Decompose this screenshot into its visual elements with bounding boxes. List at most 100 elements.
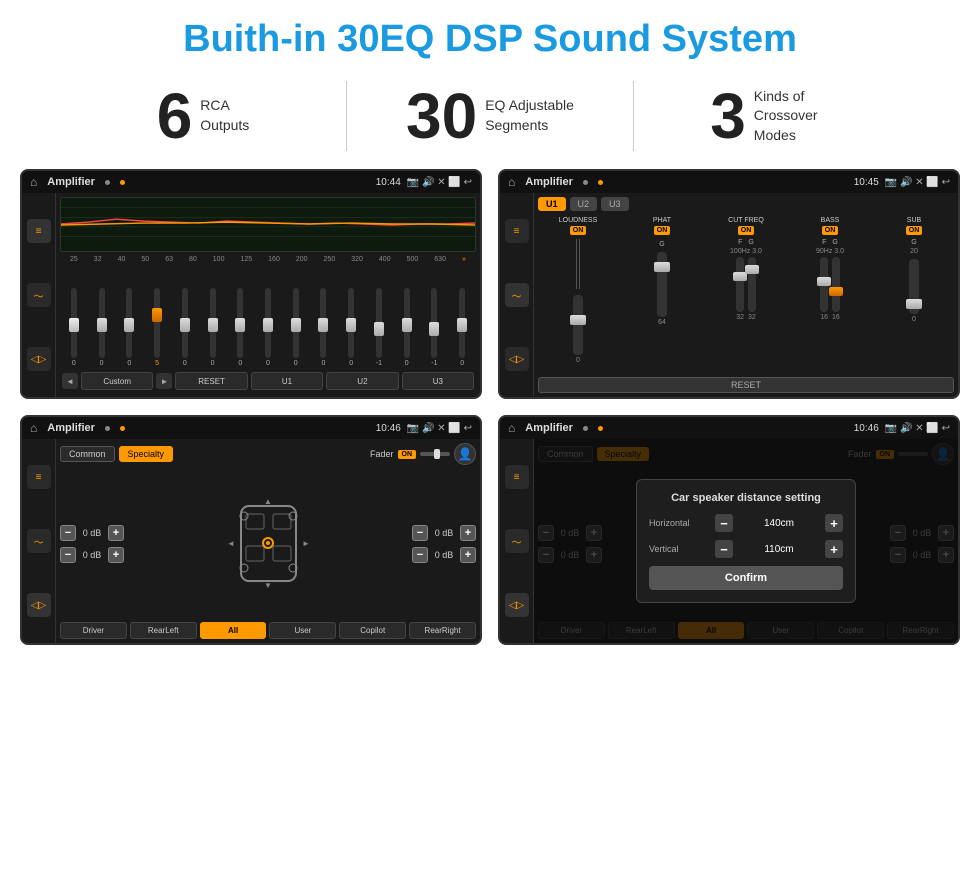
zone-left-2-plus[interactable]: + [108,547,124,563]
toggle-phat[interactable]: ON [654,226,671,235]
side-btn-3-wave[interactable]: 〜 [27,529,51,553]
page-title: Buith-in 30EQ DSP Sound System [0,0,980,71]
home-icon-3[interactable]: ⌂ [30,421,37,435]
btn-copilot[interactable]: Copilot [339,622,406,639]
eq-slider-12[interactable]: -1 [365,288,393,367]
side-btn-vol[interactable]: ◁▷ [27,347,51,371]
eq-labels-row: 25 32 40 50 63 80 100 125 160 200 250 32… [60,255,476,264]
time-2: 10:45 [854,177,879,188]
zone-right-2-minus[interactable]: − [412,547,428,563]
status-bar-3: ⌂ Amplifier 10:46 📷 🔊 ✕ ⬜ ↩ [22,417,480,439]
cross-tab-specialty[interactable]: Specialty [119,446,174,462]
zone-right-2-plus[interactable]: + [460,547,476,563]
btn-rearright[interactable]: RearRight [409,622,476,639]
horizontal-plus[interactable]: + [825,514,843,532]
eq-slider-8[interactable]: 0 [254,288,282,367]
home-icon-2[interactable]: ⌂ [508,175,515,189]
eq-play-btn[interactable]: ► [156,373,172,389]
zone-right-1-plus[interactable]: + [460,525,476,541]
eq-slider-5[interactable]: 0 [171,288,199,367]
vertical-minus[interactable]: − [715,540,733,558]
status-icons-2: 📷 🔊 ✕ ⬜ ↩ [885,177,950,188]
side-btn-wave[interactable]: 〜 [27,283,51,307]
toggle-loudness[interactable]: ON [570,226,587,235]
side-btn-4-eq[interactable]: ≡ [505,465,529,489]
cross-tab-common[interactable]: Common [60,446,115,462]
btn-user[interactable]: User [269,622,336,639]
amp2-u1[interactable]: U1 [538,197,566,211]
screens-grid: ⌂ Amplifier 10:44 📷 🔊 ✕ ⬜ ↩ ≡ 〜 ◁▷ [0,169,980,665]
eq-expand[interactable]: » [462,256,466,263]
btn-rearleft[interactable]: RearLeft [130,622,197,639]
eq-u2-btn[interactable]: U2 [326,372,398,390]
stat-number-rca: 6 [157,84,193,148]
dot-1a [105,180,110,185]
dialog-horizontal-controls: − 140cm + [715,514,843,532]
side-btn-2-eq[interactable]: ≡ [505,219,529,243]
eq-slider-13[interactable]: 0 [393,288,421,367]
eq-slider-4[interactable]: 5 [143,288,171,367]
side-btn-eq[interactable]: ≡ [27,219,51,243]
eq-slider-1[interactable]: 0 [60,288,88,367]
toggle-cutfreq[interactable]: ON [738,226,755,235]
eq-reset-btn[interactable]: RESET [175,372,247,390]
eq-prev-btn[interactable]: ◄ [62,373,78,389]
zone-left-2-minus[interactable]: − [60,547,76,563]
eq-slider-3[interactable]: 0 [115,288,143,367]
eq-slider-11[interactable]: 0 [337,288,365,367]
car-diagram: ▲ ▼ ◄ ► [130,496,406,591]
person-icon: 👤 [454,443,476,465]
dot-2b [598,180,603,185]
stat-text-eq: EQ AdjustableSegments [485,96,574,135]
eq-custom-preset[interactable]: Custom [81,372,153,390]
eq-slider-15[interactable]: 0 [448,288,476,367]
side-btn-3-eq[interactable]: ≡ [27,465,51,489]
eq-u3-btn[interactable]: U3 [402,372,474,390]
vertical-plus[interactable]: + [825,540,843,558]
side-controls-3: ≡ 〜 ◁▷ [22,439,56,643]
zone-left-1-minus[interactable]: − [60,525,76,541]
home-icon-4[interactable]: ⌂ [508,421,515,435]
eq-slider-7[interactable]: 0 [226,288,254,367]
vertical-value: 110cm [737,544,821,555]
toggle-sub[interactable]: ON [906,226,923,235]
zone-right-1-minus[interactable]: − [412,525,428,541]
side-btn-3-vol[interactable]: ◁▷ [27,593,51,617]
side-btn-2-vol[interactable]: ◁▷ [505,347,529,371]
screen-content-2: ≡ 〜 ◁▷ U1 U2 U3 LOUDNESS ON [500,193,958,397]
dot-4a [583,426,588,431]
stat-number-crossover: 3 [710,84,746,148]
side-btn-4-vol[interactable]: ◁▷ [505,593,529,617]
eq-slider-6[interactable]: 0 [199,288,227,367]
toggle-bass[interactable]: ON [822,226,839,235]
fader-toggle[interactable]: ON [398,450,417,459]
screen-crossover: ⌂ Amplifier 10:46 📷 🔊 ✕ ⬜ ↩ ≡ 〜 ◁▷ Commo… [20,415,482,645]
side-btn-4-wave[interactable]: 〜 [505,529,529,553]
amp2-reset[interactable]: RESET [538,377,954,393]
side-btn-2-wave[interactable]: 〜 [505,283,529,307]
home-icon-1[interactable]: ⌂ [30,175,37,189]
eq-u1-btn[interactable]: U1 [251,372,323,390]
time-4: 10:46 [854,423,879,434]
eq-label-40: 40 [118,256,126,263]
confirm-button[interactable]: Confirm [649,566,843,590]
eq-slider-9[interactable]: 0 [282,288,310,367]
dot-3b [120,426,125,431]
amp2-u3[interactable]: U3 [601,197,629,211]
dot-1b [120,180,125,185]
horizontal-minus[interactable]: − [715,514,733,532]
eq-slider-10[interactable]: 0 [310,288,338,367]
stat-number-eq: 30 [406,84,477,148]
status-icons-4: 📷 🔊 ✕ ⬜ ↩ [885,423,950,434]
amp2-u2[interactable]: U2 [570,197,598,211]
eq-label-125: 125 [240,256,252,263]
eq-slider-14[interactable]: -1 [421,288,449,367]
zone-left-1-plus[interactable]: + [108,525,124,541]
eq-slider-2[interactable]: 0 [88,288,116,367]
svg-text:◄: ◄ [227,539,235,548]
btn-driver[interactable]: Driver [60,622,127,639]
btn-all[interactable]: All [200,622,267,639]
screen-distance: ⌂ Amplifier 10:46 📷 🔊 ✕ ⬜ ↩ ≡ 〜 ◁▷ Commo… [498,415,960,645]
eq-sliders: 0 0 0 5 0 [60,264,476,369]
eq-label-25: 25 [70,256,78,263]
